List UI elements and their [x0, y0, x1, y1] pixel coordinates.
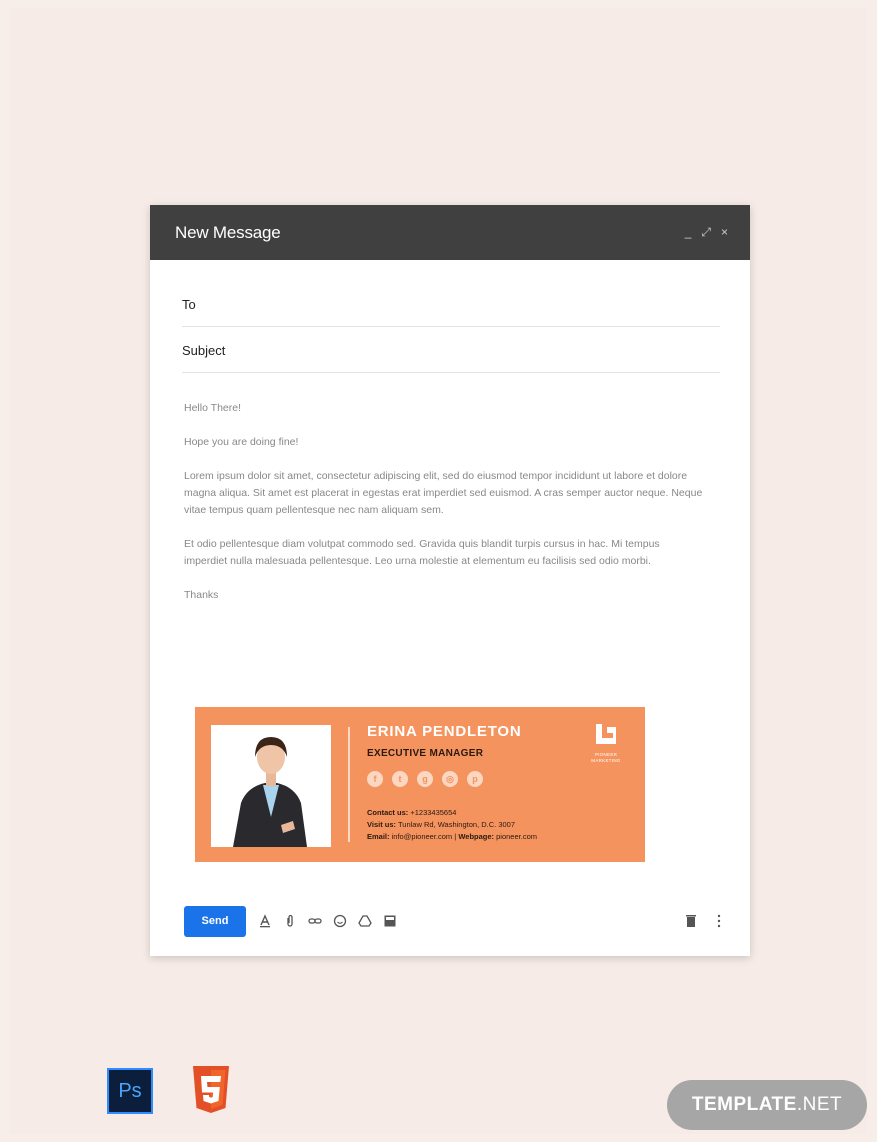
instagram-icon[interactable]: ◎: [442, 771, 458, 787]
greeting: Hello There!: [184, 402, 242, 414]
email-signature: ERINA PENDLETON EXECUTIVE MANAGER f t g …: [195, 707, 645, 862]
minimize-icon[interactable]: _: [685, 225, 692, 240]
webpage-label: Webpage:: [458, 832, 495, 841]
signature-role: EXECUTIVE MANAGER: [367, 748, 484, 759]
message-body[interactable]: Hello There! Hope you are doing fine! Lo…: [184, 400, 704, 621]
email-value[interactable]: info@pioneer.com: [392, 832, 453, 841]
brand-name-light: .NET: [796, 1094, 843, 1115]
contact-value: +1233435654: [410, 808, 457, 817]
more-options-icon[interactable]: [712, 914, 726, 928]
photoshop-icon: Ps: [107, 1068, 153, 1114]
profile-photo: [211, 725, 331, 847]
subject-label: Subject: [182, 342, 226, 358]
twitter-icon[interactable]: t: [392, 771, 408, 787]
body-line: Hope you are doing fine!: [184, 436, 299, 448]
link-icon[interactable]: [308, 914, 322, 928]
body-paragraph: Lorem ipsum dolor sit amet, consectetur …: [184, 470, 703, 516]
attachment-icon[interactable]: [283, 914, 297, 928]
window-controls: _ ⤢ ×: [685, 225, 728, 240]
subject-input[interactable]: [235, 341, 720, 359]
emoji-icon[interactable]: [333, 914, 347, 928]
google-plus-icon[interactable]: g: [417, 771, 433, 787]
visit-label: Visit us:: [367, 820, 397, 829]
text-format-icon[interactable]: [258, 914, 272, 928]
close-icon[interactable]: ×: [721, 225, 728, 240]
signature-name: ERINA PENDLETON: [367, 723, 522, 740]
signature-contact: Contact us: +1233435654 Visit us: Tunlaw…: [367, 807, 537, 843]
template-net-logo: TEMPLATE .NET: [667, 1080, 867, 1130]
body-paragraph: Et odio pellentesque diam volutpat commo…: [184, 538, 660, 567]
trash-icon[interactable]: [684, 914, 698, 928]
email-label: Email:: [367, 832, 390, 841]
compose-header: New Message _ ⤢ ×: [150, 205, 750, 260]
formatting-tools: [258, 914, 397, 928]
pinterest-icon[interactable]: p: [467, 771, 483, 787]
signature-divider: [348, 727, 350, 842]
webpage-value[interactable]: pioneer.com: [496, 832, 537, 841]
compose-title: New Message: [175, 222, 281, 242]
social-links: f t g ◎ p: [367, 771, 483, 787]
visit-value: Tunlaw Rd, Washington, D.C. 3007: [398, 820, 516, 829]
pioneer-logo-icon: [596, 724, 616, 744]
html5-icon: [193, 1066, 229, 1113]
brand-name-bold: TEMPLATE: [691, 1094, 797, 1115]
person-photo-icon: [211, 725, 331, 847]
separator: |: [454, 832, 457, 841]
expand-icon[interactable]: ⤢: [701, 225, 711, 240]
facebook-icon[interactable]: f: [367, 771, 383, 787]
drive-icon[interactable]: [358, 914, 372, 928]
closing: Thanks: [184, 589, 219, 601]
logo-line2: MARKETING: [591, 758, 621, 763]
compose-toolbar: Send: [184, 905, 726, 937]
to-field[interactable]: To: [182, 282, 720, 327]
company-logo: PIONEER MARKETING: [583, 721, 629, 764]
contact-label: Contact us:: [367, 808, 409, 817]
toolbar-right: [684, 914, 726, 928]
to-label: To: [182, 296, 196, 312]
photo-icon[interactable]: [383, 914, 397, 928]
subject-field[interactable]: Subject: [182, 328, 720, 373]
compose-window: New Message _ ⤢ × To Subject Hello There…: [150, 205, 750, 956]
to-input[interactable]: [205, 295, 720, 313]
send-button[interactable]: Send: [184, 905, 246, 937]
